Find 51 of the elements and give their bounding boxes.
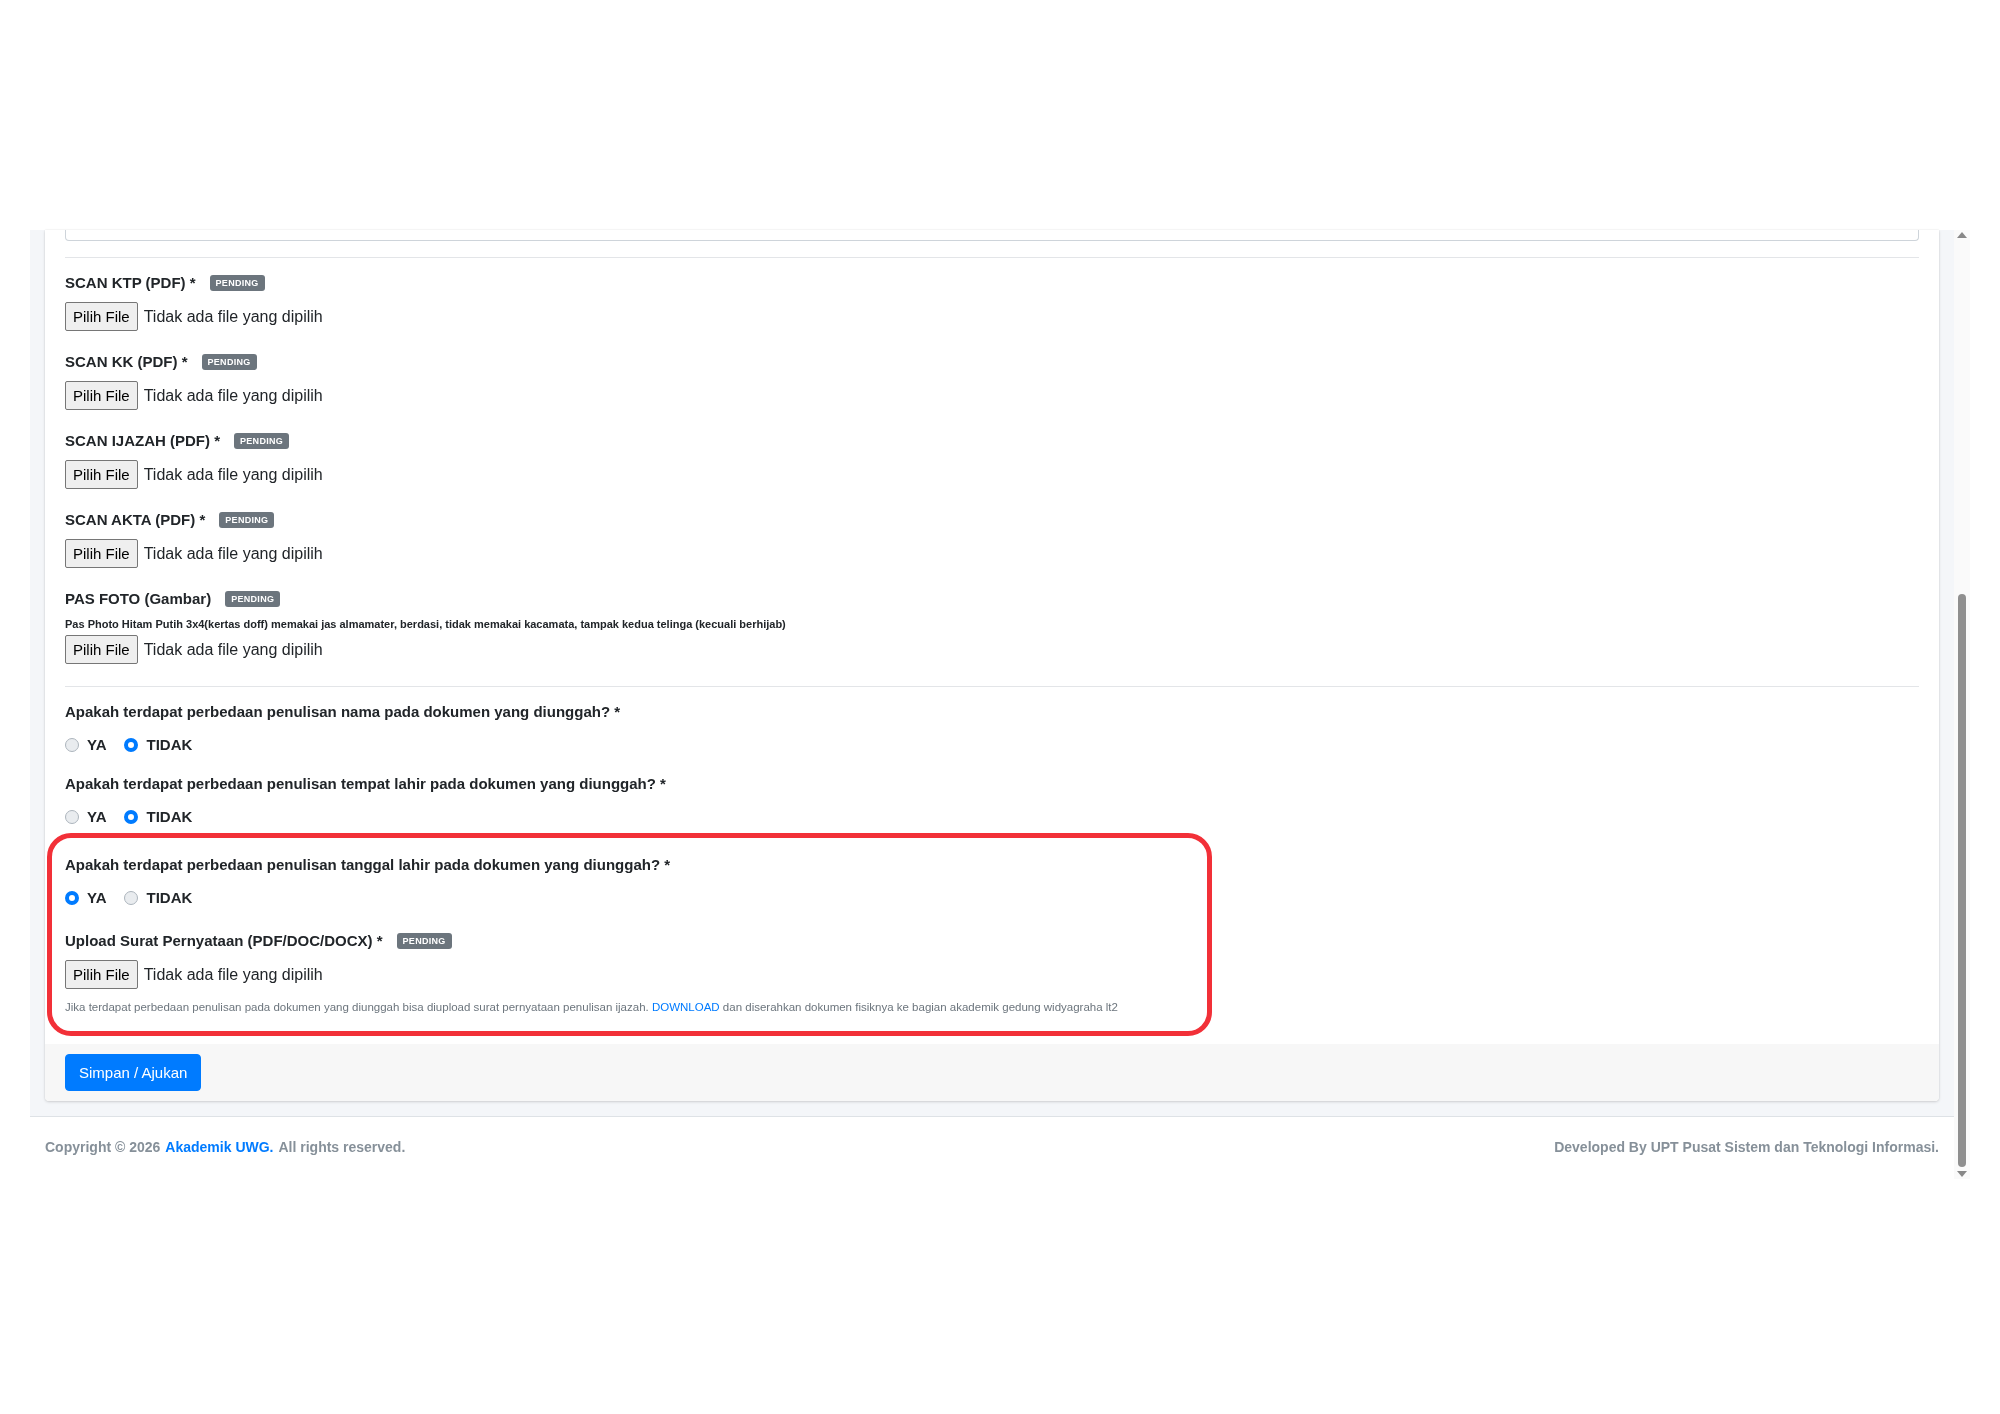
radio-button[interactable] [124,890,139,905]
choose-file-button[interactable]: Pilih File [65,381,138,410]
scrollbar-thumb[interactable] [1958,593,1966,1167]
file-status-text: Tidak ada file yang dipilih [143,965,323,984]
radio-label[interactable]: TIDAK [146,808,193,825]
radio-button[interactable] [65,890,79,905]
file-status-text: Tidak ada file yang dipilih [143,307,323,326]
radio-button[interactable] [65,809,79,824]
choose-file-button[interactable]: Pilih File [65,539,138,568]
field-note: Pas Photo Hitam Putih 3x4(kertas doff) memakai jas almamater, berdasi, tidak memakai kacamata, tampak kedua telinga (kecuali berhijab) [65,618,787,630]
status-badge: PENDING [225,590,281,607]
file-status-text: Tidak ada file yang dipilih [143,465,323,484]
copyright-text: Copyright © 2026 [45,1139,161,1155]
hint-text: Jika terdapat perbedaan penulisan pada dokumen yang diunggah bisa diupload surat pernyataan penulisan ijazah. DOWNLOAD dan diserahkan dokumen fisiknya ke bagian akademik gedung widyagraha lt2 [65,1001,1119,1013]
credit-text: Developed By UPT Pusat Sistem dan Teknologi Informasi. [1554,1139,1939,1155]
choose-file-button[interactable]: Pilih File [65,302,138,331]
field-label: SCAN KK (PDF) * [65,353,188,370]
radio-label[interactable]: YA [87,736,107,753]
radio-label[interactable]: TIDAK [146,736,193,753]
field-label: SCAN IJAZAH (PDF) * [65,432,220,449]
question-label: Apakah terdapat perbedaan penulisan nama pada dokumen yang diunggah? * [65,703,622,720]
field-label: PAS FOTO (Gambar) [65,590,212,607]
field-label: SCAN KTP (PDF) * [65,274,196,291]
file-status-text: Tidak ada file yang dipilih [143,386,323,405]
status-badge: PENDING [234,432,290,449]
status-badge: PENDING [209,274,265,291]
akademik-link[interactable]: Akademik UWG. [165,1139,274,1155]
radio-button[interactable] [124,737,139,752]
choose-file-button[interactable]: Pilih File [65,460,138,489]
radio-label[interactable]: YA [87,889,107,906]
radio-button[interactable] [65,737,79,752]
scroll-down-icon[interactable] [1957,1171,1967,1177]
copyright-text: All rights reserved. [278,1139,406,1155]
question-label: Apakah terdapat perbedaan penulisan tempat lahir pada dokumen yang diunggah? * [65,775,667,792]
submit-button[interactable]: Simpan / Ajukan [65,1054,202,1091]
file-status-text: Tidak ada file yang dipilih [143,544,323,563]
question-label: Apakah terdapat perbedaan penulisan tanggal lahir pada dokumen yang diunggah? * [65,856,672,873]
radio-label[interactable]: TIDAK [146,889,193,906]
status-badge: PENDING [396,932,452,949]
choose-file-button[interactable]: Pilih File [65,635,138,664]
scrollbar[interactable] [1954,230,1970,1179]
radio-label[interactable]: YA [87,808,107,825]
choose-file-button[interactable]: Pilih File [65,960,138,989]
file-status-text: Tidak ada file yang dipilih [143,640,323,659]
field-label: Upload Surat Pernyataan (PDF/DOC/DOCX) * [65,932,383,949]
scroll-up-icon[interactable] [1957,232,1967,238]
download-link[interactable]: DOWNLOAD [651,1001,720,1013]
field-label: SCAN AKTA (PDF) * [65,511,206,528]
status-badge: PENDING [219,511,275,528]
status-badge: PENDING [201,353,257,370]
radio-button[interactable] [124,809,139,824]
